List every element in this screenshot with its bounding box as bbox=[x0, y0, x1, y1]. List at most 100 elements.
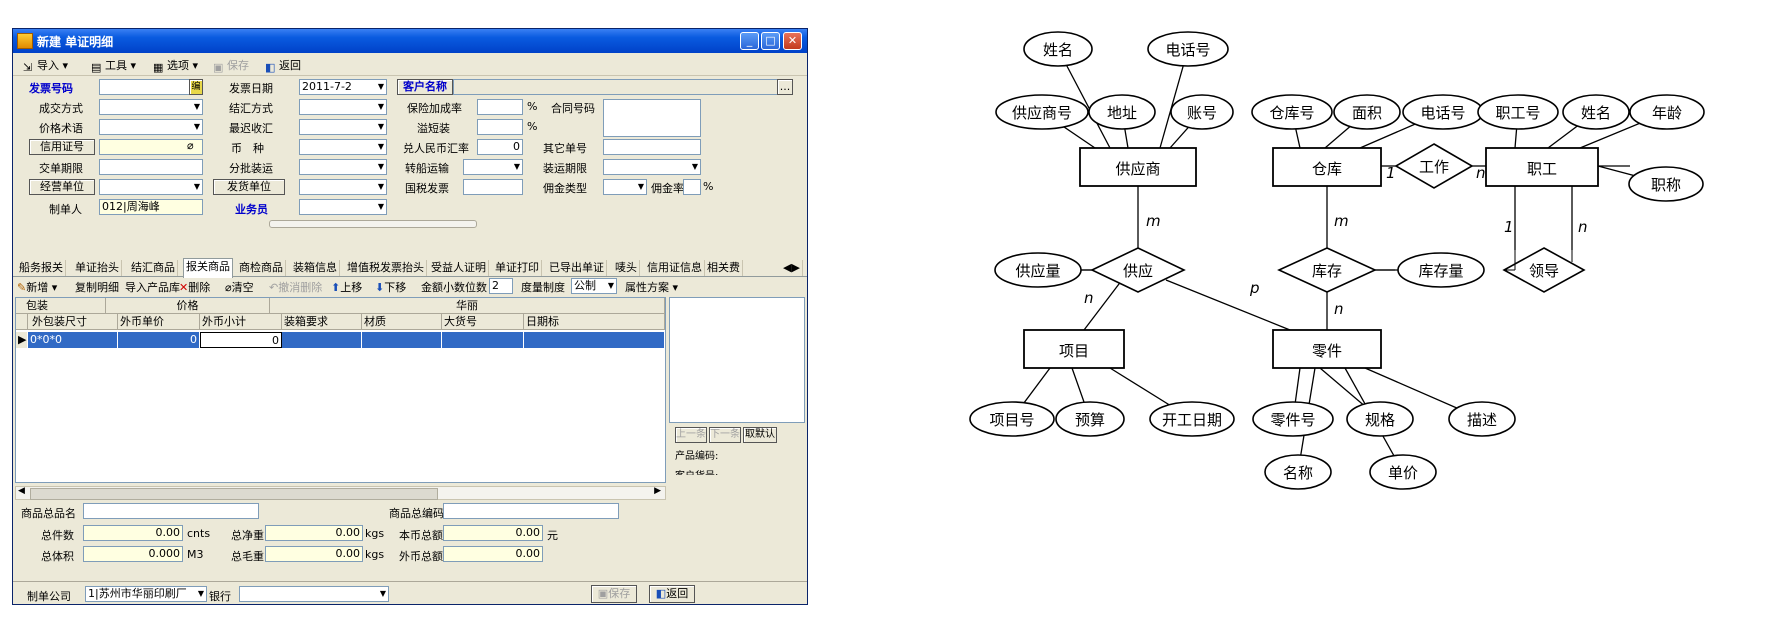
cell-bulk-no[interactable] bbox=[442, 332, 524, 348]
commission-type-select[interactable] bbox=[603, 179, 647, 195]
tab-scroll-arrows-icon[interactable]: ◀▶ bbox=[781, 260, 803, 276]
prev-record-button[interactable]: 上一条 bbox=[675, 427, 707, 443]
attach-icon[interactable]: ⌀ bbox=[187, 139, 194, 152]
cell-packing-req[interactable] bbox=[282, 332, 362, 348]
import-product-lib-button[interactable]: 导入产品库 bbox=[125, 279, 180, 295]
scroll-left-icon[interactable]: ◀ bbox=[18, 486, 25, 496]
bank-select[interactable] bbox=[239, 586, 389, 602]
tab-item[interactable]: 单证抬头 bbox=[73, 260, 122, 276]
side-panel: 上一条 下一条 取默认 产品编码: 客户货号: bbox=[669, 297, 805, 483]
scroll-right-icon[interactable]: ▶ bbox=[654, 486, 661, 496]
price-term-select[interactable] bbox=[99, 119, 203, 135]
col-packing-req[interactable]: 装箱要求 bbox=[282, 314, 362, 330]
col-bulk-no[interactable]: 大货号 bbox=[442, 314, 524, 330]
total-pieces-value: 0.00 bbox=[83, 525, 183, 541]
add-row-button[interactable]: ✎新增 ▾ bbox=[17, 279, 57, 295]
col-subtotal[interactable]: 外币小计 bbox=[200, 314, 282, 330]
invoice-no-label: 发票号码 bbox=[29, 82, 73, 95]
customer-name-input[interactable] bbox=[453, 79, 791, 95]
invoice-no-input[interactable] bbox=[99, 79, 203, 95]
get-default-button[interactable]: 取默认 bbox=[743, 427, 777, 443]
shipper-unit-select[interactable] bbox=[299, 179, 387, 195]
copy-detail-button[interactable]: 复制明细 bbox=[75, 279, 119, 295]
tab-item[interactable]: 商检商品 bbox=[237, 260, 286, 276]
invoice-date-picker[interactable]: 2011-7-2 bbox=[299, 79, 387, 95]
tab-item[interactable]: 装箱信息 bbox=[291, 260, 340, 276]
save-button[interactable]: ▣保存 bbox=[591, 585, 637, 603]
cell-subtotal[interactable]: 0 bbox=[200, 332, 282, 348]
credit-no-button[interactable]: 信用证号 bbox=[29, 139, 95, 155]
overflow-input[interactable] bbox=[477, 119, 523, 135]
tab-item[interactable]: 已导出单证 bbox=[547, 260, 607, 276]
customer-lookup-button[interactable]: ... bbox=[777, 79, 793, 95]
deal-mode-select[interactable] bbox=[99, 99, 203, 115]
product-grid[interactable]: 包装 价格 华丽 外包装尺寸 外币单价 外币小计 装箱要求 材质 大货号 日期标… bbox=[15, 297, 666, 483]
clear-button[interactable]: ⌀清空 bbox=[225, 279, 254, 295]
tools-menu[interactable]: ▤ 工具 ▾ bbox=[91, 57, 136, 74]
cell-date-mark[interactable] bbox=[524, 332, 665, 348]
delete-row-button[interactable]: ✕删除 bbox=[179, 279, 210, 295]
tab-item[interactable]: 船务报关 bbox=[17, 260, 66, 276]
settle-mode-select[interactable] bbox=[299, 99, 387, 115]
save-button-top[interactable]: ▣ 保存 bbox=[213, 57, 249, 74]
attr-plan-menu[interactable]: 属性方案 ▾ bbox=[625, 279, 678, 295]
tab-item[interactable]: 相关费 bbox=[705, 260, 743, 276]
import-menu[interactable]: ⇲ 导入 ▾ bbox=[23, 57, 68, 74]
col-outer-size[interactable]: 外包装尺寸 bbox=[28, 314, 118, 330]
tab-item[interactable]: 结汇商品 bbox=[129, 260, 178, 276]
transship-select[interactable] bbox=[463, 159, 523, 175]
insurance-rate-input[interactable] bbox=[477, 99, 523, 115]
tab-item[interactable]: 单证打印 bbox=[493, 260, 542, 276]
maker-input[interactable]: 012|周海峰 bbox=[99, 199, 203, 215]
col-material[interactable]: 材质 bbox=[362, 314, 442, 330]
cny-rate-input[interactable]: 0 bbox=[477, 139, 523, 155]
cell-material[interactable] bbox=[362, 332, 442, 348]
attribute-label: 电话号 bbox=[1165, 41, 1210, 59]
product-name-input[interactable] bbox=[83, 503, 259, 519]
move-down-button[interactable]: ⬇下移 bbox=[375, 279, 406, 295]
col-unit-price[interactable]: 外币单价 bbox=[118, 314, 200, 330]
tab-item[interactable]: 受益人证明 bbox=[429, 260, 489, 276]
options-menu[interactable]: ▦ 选项 ▾ bbox=[153, 57, 198, 74]
product-code-total-input[interactable] bbox=[443, 503, 619, 519]
scroll-thumb[interactable] bbox=[30, 488, 438, 500]
tab-item[interactable]: 增值税发票抬头 bbox=[345, 260, 427, 276]
undo-delete-button[interactable]: ↶撤消删除 bbox=[269, 279, 322, 295]
tab-item[interactable]: 报关商品 bbox=[183, 258, 233, 278]
operator-unit-select[interactable] bbox=[99, 179, 203, 195]
cell-unit-price[interactable]: 0 bbox=[118, 332, 200, 348]
other-no-input[interactable] bbox=[603, 139, 701, 155]
partial-ship-select[interactable] bbox=[299, 159, 387, 175]
close-button[interactable]: ✕ bbox=[783, 32, 802, 50]
tab-item[interactable]: 唛头 bbox=[613, 260, 640, 276]
title-bar[interactable]: 新建 单证明细 _ □ ✕ bbox=[13, 29, 807, 53]
ship-term-select[interactable] bbox=[603, 159, 701, 175]
commission-rate-input[interactable] bbox=[683, 179, 701, 195]
splitter-handle[interactable] bbox=[269, 220, 477, 228]
decimal-stepper[interactable]: 2 bbox=[489, 278, 513, 294]
currency-select[interactable] bbox=[299, 139, 387, 155]
shipper-unit-button[interactable]: 发货单位 bbox=[213, 179, 285, 195]
company-select[interactable]: 1|苏州市华丽印刷厂 bbox=[85, 586, 207, 602]
cell-outer-size[interactable]: 0*0*0 bbox=[28, 332, 118, 348]
invoice-no-gen-button[interactable]: 编 bbox=[189, 79, 203, 95]
latest-receipt-picker[interactable] bbox=[299, 119, 387, 135]
attribute-label: 职称 bbox=[1651, 176, 1681, 194]
contract-no-input[interactable] bbox=[603, 99, 701, 137]
col-date-mark[interactable]: 日期标 bbox=[524, 314, 665, 330]
minimize-button[interactable]: _ bbox=[740, 32, 759, 50]
horizontal-scrollbar[interactable]: ◀ ▶ bbox=[15, 486, 666, 500]
back-button-top[interactable]: ◧ 返回 bbox=[265, 57, 301, 74]
operator-unit-button[interactable]: 经营单位 bbox=[29, 179, 95, 195]
maximize-button[interactable]: □ bbox=[761, 32, 780, 50]
next-record-button[interactable]: 下一条 bbox=[709, 427, 741, 443]
move-up-button[interactable]: ⬆上移 bbox=[331, 279, 362, 295]
back-button[interactable]: ◧返回 bbox=[649, 585, 695, 603]
tax-invoice-input[interactable] bbox=[463, 179, 523, 195]
measure-select[interactable]: 公制 bbox=[571, 278, 617, 294]
salesman-select[interactable] bbox=[299, 199, 387, 215]
delivery-term-input[interactable] bbox=[99, 159, 203, 175]
table-row[interactable]: ▶ 0*0*0 0 0 bbox=[16, 332, 665, 348]
tab-item[interactable]: 信用证信息 bbox=[645, 260, 705, 276]
customer-name-button[interactable]: 客户名称 bbox=[397, 79, 453, 95]
